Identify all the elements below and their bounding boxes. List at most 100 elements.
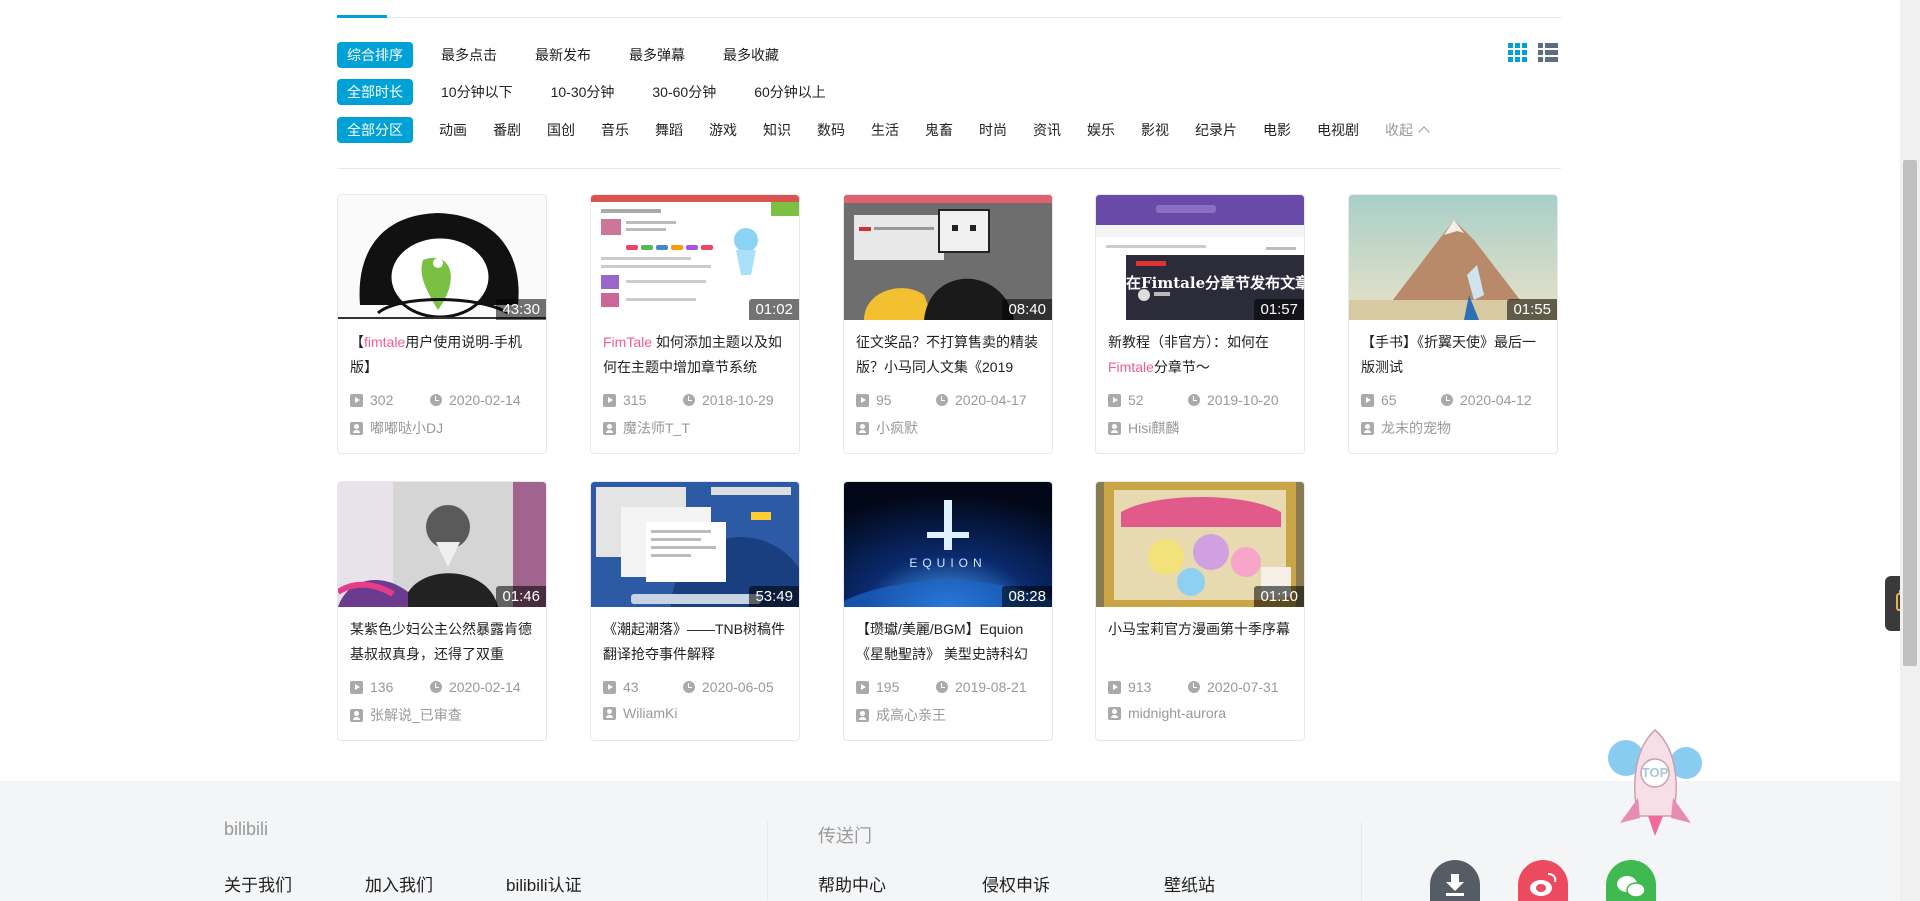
video-thumbnail[interactable]: 08:40: [844, 195, 1052, 320]
zone-option-documentary[interactable]: 纪录片: [1195, 117, 1237, 143]
sort-option-most-danmaku[interactable]: 最多弹幕: [629, 42, 685, 68]
video-thumbnail[interactable]: 53:49: [591, 482, 799, 607]
footer-link-infringement[interactable]: 侵权申诉: [982, 871, 1050, 896]
clock-icon: [683, 394, 695, 406]
video-card[interactable]: 01:55 【手书】《折翼天使》最后一版测试 65 2020-04-12 龙末的…: [1348, 194, 1558, 454]
zone-option-news[interactable]: 资讯: [1033, 117, 1061, 143]
video-card[interactable]: 01:46 某紫色少妇公主公然暴露肯德基叔叔真身，还得了双重 136 2020-…: [337, 481, 547, 741]
zone-option-music[interactable]: 音乐: [601, 117, 629, 143]
video-card[interactable]: 53:49 《潮起潮落》——TNB树稿件翻译抢夺事件解释 43 2020-06-…: [590, 481, 800, 741]
uploader-link[interactable]: midnight-aurora: [1108, 705, 1292, 721]
uploader-icon: [1361, 421, 1374, 435]
uploader-icon: [1108, 421, 1121, 435]
video-card[interactable]: EQUION 08:28 【瓒瓛/美麗/BGM】Equion《星馳聖詩》 美型史…: [843, 481, 1053, 741]
uploader-link[interactable]: Hisi麒麟: [1108, 418, 1292, 438]
collapse-label: 收起: [1385, 122, 1413, 138]
video-thumbnail[interactable]: EQUION 08:28: [844, 482, 1052, 607]
play-count: 195: [876, 679, 900, 695]
zone-option-fashion[interactable]: 时尚: [979, 117, 1007, 143]
zone-option-kichiku[interactable]: 鬼畜: [925, 117, 953, 143]
video-thumbnail[interactable]: 01:46: [338, 482, 546, 607]
zone-option-guochuang[interactable]: 国创: [547, 117, 575, 143]
uploader-icon: [603, 421, 616, 435]
title-highlight: Fimtale: [1108, 359, 1154, 375]
video-meta: 52 2019-10-20: [1108, 390, 1292, 410]
video-card[interactable]: 01:02 FimTale 如何添加主题以及如何在主题中增加章节系统 315 2…: [590, 194, 800, 454]
uploader-link[interactable]: 小疯默: [856, 418, 1040, 438]
list-view-icon[interactable]: [1538, 43, 1558, 68]
video-title[interactable]: 征文奖品？不打算售卖的精装版？小马同人文集《2019: [856, 330, 1040, 380]
sort-option-most-clicks[interactable]: 最多点击: [441, 42, 497, 68]
zone-option-animation[interactable]: 动画: [439, 117, 467, 143]
title-prefix: 小马宝莉官方漫画第十季序幕: [1108, 621, 1290, 637]
video-title[interactable]: 新教程（非官方）：如何在 Fimtale分章节～: [1108, 330, 1292, 380]
back-to-top-button[interactable]: TOP: [1598, 728, 1713, 838]
uploader-name: 嘟嘟哒小DJ: [370, 420, 444, 436]
video-meta: 95 2020-04-17: [856, 390, 1040, 410]
duration-option-10-30[interactable]: 10-30分钟: [551, 79, 615, 105]
video-title[interactable]: 【手书】《折翼天使》最后一版测试: [1361, 330, 1545, 380]
collapse-zones-button[interactable]: 收起: [1385, 120, 1430, 140]
zone-option-digital[interactable]: 数码: [817, 117, 845, 143]
clock-icon: [683, 681, 695, 693]
chevron-up-icon: [1418, 126, 1430, 138]
duration-option-all[interactable]: 全部时长: [337, 79, 413, 105]
video-card[interactable]: 43:30 【fimtale用户使用说明-手机版】 302 2020-02-14…: [337, 194, 547, 454]
footer-link-wallpaper[interactable]: 壁纸站: [1164, 871, 1215, 896]
video-meta: 65 2020-04-12: [1361, 390, 1545, 410]
uploader-link[interactable]: 龙末的宠物: [1361, 418, 1545, 438]
zone-option-game[interactable]: 游戏: [709, 117, 737, 143]
zone-option-film-tv[interactable]: 影视: [1141, 117, 1169, 143]
video-title[interactable]: FimTale 如何添加主题以及如何在主题中增加章节系统: [603, 330, 787, 380]
tab-active-indicator: [337, 15, 387, 18]
uploader-link[interactable]: 魔法师T_T: [603, 418, 787, 438]
video-title[interactable]: 小马宝莉官方漫画第十季序幕: [1108, 617, 1292, 667]
video-title[interactable]: 【瓒瓛/美麗/BGM】Equion《星馳聖詩》 美型史詩科幻: [856, 617, 1040, 667]
play-count-icon: [350, 393, 363, 407]
duration-option-30-60[interactable]: 30-60分钟: [652, 79, 716, 105]
video-thumbnail[interactable]: 43:30: [338, 195, 546, 320]
play-count: 315: [623, 392, 647, 408]
uploader-link[interactable]: 嘟嘟哒小DJ: [350, 418, 534, 438]
uploader-link[interactable]: WiliamKi: [603, 705, 787, 721]
sort-option-newest[interactable]: 最新发布: [535, 42, 591, 68]
footer-brand: bilibili: [224, 819, 269, 839]
zone-option-life[interactable]: 生活: [871, 117, 899, 143]
video-thumbnail[interactable]: 01:02: [591, 195, 799, 320]
zone-option-entertainment[interactable]: 娱乐: [1087, 117, 1115, 143]
footer-separator: [1361, 822, 1362, 901]
thumbnail-banner-text: 在Fimtale分章节发布文章~: [1126, 274, 1304, 292]
zone-option-knowledge[interactable]: 知识: [763, 117, 791, 143]
title-prefix: 《潮起潮落》——TNB树稿件翻译抢夺事件解释: [603, 621, 785, 662]
zone-option-tv-series[interactable]: 电视剧: [1317, 117, 1359, 143]
video-thumbnail[interactable]: 01:10: [1096, 482, 1304, 607]
zone-option-movie[interactable]: 电影: [1263, 117, 1291, 143]
duration-option-under-10[interactable]: 10分钟以下: [441, 79, 513, 105]
video-thumbnail[interactable]: 在Fimtale分章节发布文章~ 01:57: [1096, 195, 1304, 320]
duration-option-over-60[interactable]: 60分钟以上: [754, 79, 826, 105]
video-duration: 01:46: [496, 586, 546, 607]
zone-option-all[interactable]: 全部分区: [337, 117, 413, 143]
footer-link-about[interactable]: 关于我们: [224, 871, 292, 896]
zone-option-dance[interactable]: 舞蹈: [655, 117, 683, 143]
footer-link-join[interactable]: 加入我们: [365, 871, 433, 896]
video-meta: 302 2020-02-14: [350, 390, 534, 410]
video-card[interactable]: 01:10 小马宝莉官方漫画第十季序幕 913 2020-07-31 midni…: [1095, 481, 1305, 741]
zone-option-bangumi[interactable]: 番剧: [493, 117, 521, 143]
scrollbar-thumb[interactable]: [1903, 160, 1917, 666]
sort-option-most-favorites[interactable]: 最多收藏: [723, 42, 779, 68]
video-thumbnail[interactable]: 01:55: [1349, 195, 1557, 320]
view-toggle: [1508, 43, 1558, 68]
uploader-link[interactable]: 张解说_已审查: [350, 705, 534, 725]
footer-link-help[interactable]: 帮助中心: [818, 871, 886, 896]
uploader-link[interactable]: 成高心亲王: [856, 705, 1040, 725]
video-card[interactable]: 08:40 征文奖品？不打算售卖的精装版？小马同人文集《2019 95 2020…: [843, 194, 1053, 454]
footer-link-certification[interactable]: bilibili认证: [506, 871, 582, 896]
video-card[interactable]: 在Fimtale分章节发布文章~ 01:57 新教程（非官方）：如何在 Fimta…: [1095, 194, 1305, 454]
video-title[interactable]: 某紫色少妇公主公然暴露肯德基叔叔真身，还得了双重: [350, 617, 534, 667]
sort-option-comprehensive[interactable]: 综合排序: [337, 42, 413, 68]
grid-view-icon[interactable]: [1508, 43, 1528, 68]
page-scrollbar[interactable]: [1900, 0, 1920, 901]
video-title[interactable]: 【fimtale用户使用说明-手机版】: [350, 330, 534, 380]
video-title[interactable]: 《潮起潮落》——TNB树稿件翻译抢夺事件解释: [603, 617, 787, 667]
